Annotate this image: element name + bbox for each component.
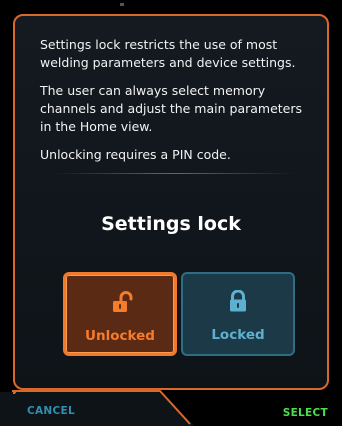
top-indicator [120,3,124,6]
page-title: Settings lock [101,213,241,235]
info-paragraph-1: Settings lock restricts the use of most … [40,37,296,70]
select-button[interactable]: SELECT [283,407,328,419]
info-paragraph-2: The user can always select memory channe… [40,83,303,134]
locked-option-button[interactable]: Locked [181,272,295,356]
divider [54,173,296,174]
unlocked-option-button[interactable]: Unlocked [63,272,177,356]
info-text: Settings lock restricts the use of most … [40,36,310,174]
unlocked-padlock-icon [66,291,174,313]
locked-padlock-icon [183,289,293,312]
unlocked-label: Unlocked [85,328,155,344]
info-paragraph-3: Unlocking requires a PIN code. [40,147,231,162]
cancel-button[interactable]: CANCEL [27,405,75,417]
locked-label: Locked [211,327,265,343]
